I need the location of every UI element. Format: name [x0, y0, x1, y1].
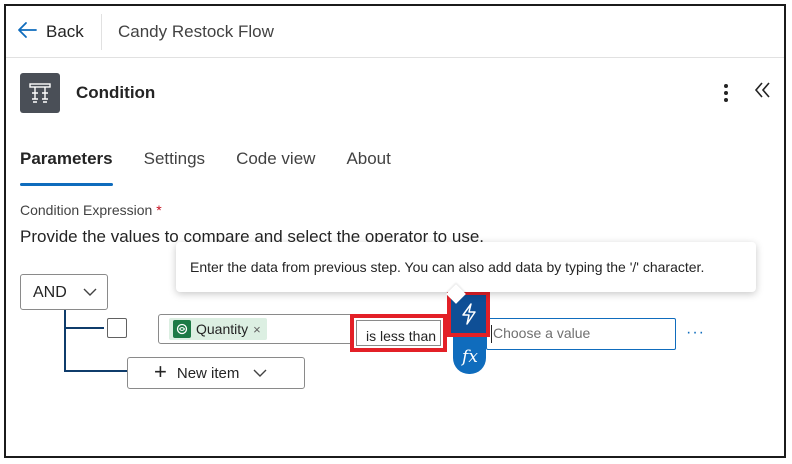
tab-settings[interactable]: Settings [144, 149, 205, 185]
chevron-down-icon [83, 288, 97, 296]
new-item-label: New item [176, 364, 240, 382]
group-operator-value: AND [33, 284, 67, 301]
lightning-icon [461, 303, 476, 325]
operator-highlight: is less than [350, 314, 447, 352]
field-label: Condition Expression [20, 202, 153, 218]
dynamic-token[interactable]: Quantity × [169, 318, 267, 340]
dynamic-content-tooltip: Enter the data from previous step. You c… [176, 242, 756, 292]
condition-expression-label: Condition Expression * [20, 202, 162, 218]
tree-line [64, 327, 104, 329]
operator-select[interactable]: is less than [356, 320, 441, 346]
right-value-field[interactable] [486, 318, 676, 350]
dataverse-icon [173, 320, 191, 338]
panel-header: Condition [6, 66, 784, 126]
panel-title: Condition [76, 83, 156, 102]
token-label: Quantity [196, 321, 249, 337]
expression-fx-icon[interactable]: fx [457, 344, 483, 370]
flow-title: Candy Restock Flow [118, 22, 274, 41]
more-options-icon[interactable]: ··· [686, 324, 705, 342]
tab-bar: Parameters Settings Code view About [20, 149, 422, 189]
required-mark: * [156, 202, 162, 218]
condition-icon [20, 73, 60, 113]
more-vertical-icon[interactable] [718, 81, 734, 105]
tree-line [64, 310, 66, 372]
window-frame: Back Candy Restock Flow Condition Parame… [4, 4, 786, 458]
back-button[interactable]: Back [16, 18, 84, 46]
tab-parameters[interactable]: Parameters [20, 149, 113, 186]
chevron-double-left-icon[interactable] [754, 80, 772, 106]
tree-line [64, 370, 128, 372]
left-value-field[interactable]: Quantity × [158, 314, 354, 344]
tab-code-view[interactable]: Code view [236, 149, 315, 185]
token-remove-icon[interactable]: × [253, 322, 261, 337]
top-bar: Back Candy Restock Flow [6, 6, 784, 58]
new-item-button[interactable]: + New item [127, 357, 305, 389]
divider [101, 14, 102, 50]
tab-about[interactable]: About [346, 149, 390, 185]
arrow-left-icon [16, 19, 38, 46]
back-label: Back [46, 22, 84, 41]
chevron-down-icon [253, 369, 267, 377]
row-checkbox[interactable] [107, 318, 127, 338]
group-operator-select[interactable]: AND [20, 274, 108, 310]
right-value-input[interactable] [489, 321, 673, 345]
plus-icon: + [154, 359, 167, 384]
